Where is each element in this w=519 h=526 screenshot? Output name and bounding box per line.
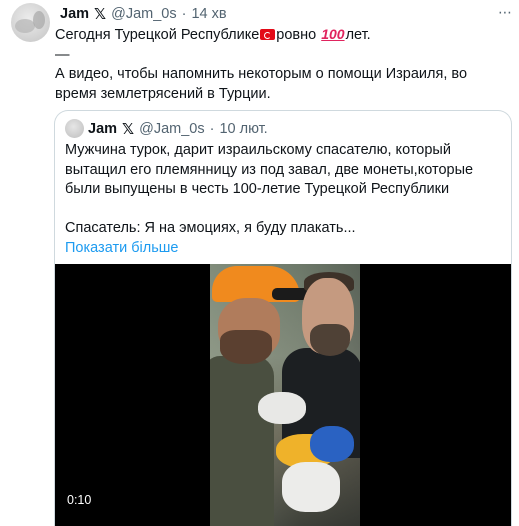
tweet[interactable]: Jam 𝕏 @Jam_0s · 14 хв ⋯ Сегодня Турецкой…	[0, 0, 519, 526]
tweet-header: Jam 𝕏 @Jam_0s · 14 хв	[60, 5, 227, 23]
avatar[interactable]	[11, 3, 50, 42]
quoted-text-body2: Спасатель: Я на эмоциях, я буду плакать.…	[65, 220, 356, 236]
quoted-header: Jam 𝕏 @Jam_0s · 10 лют.	[88, 120, 268, 138]
tweet-dash: —	[55, 46, 70, 63]
x-badge-icon: 𝕏	[94, 6, 107, 23]
video-duration: 0:10	[67, 493, 92, 507]
separator-dot: ·	[181, 6, 187, 22]
video-frame	[210, 264, 360, 526]
quoted-display-name[interactable]: Jam	[88, 121, 117, 137]
turkey-flag-icon	[260, 29, 276, 40]
video-player[interactable]: 0:10	[55, 264, 511, 526]
timestamp[interactable]: 14 хв	[191, 6, 226, 22]
quoted-user-handle[interactable]: @Jam_0s	[139, 121, 205, 137]
display-name[interactable]: Jam	[60, 6, 89, 22]
quoted-separator-dot: ·	[209, 121, 215, 137]
tweet-text-part3: лет.	[345, 27, 371, 43]
quoted-text: Мужчина турок, дарит израильскому спасат…	[65, 141, 505, 258]
quoted-timestamp[interactable]: 10 лют.	[219, 121, 267, 137]
tweet-text-part2: ровно	[276, 27, 317, 43]
tweet-text-part1: Сегодня Турецкой Республике	[55, 27, 260, 43]
hundred-emoji-icon: 100	[321, 26, 345, 42]
show-more-link[interactable]: Показати більше	[65, 239, 505, 259]
tweet-text: Сегодня Турецкой Республике ровно 100лет.…	[55, 25, 510, 104]
more-options-icon[interactable]: ⋯	[498, 4, 512, 20]
quoted-tweet[interactable]: Jam 𝕏 @Jam_0s · 10 лют. Мужчина турок, д…	[54, 110, 512, 526]
user-handle[interactable]: @Jam_0s	[111, 6, 177, 22]
tweet-text-body: А видео, чтобы напомнить некоторым о пом…	[55, 66, 468, 102]
quoted-text-body: Мужчина турок, дарит израильскому спасат…	[65, 142, 474, 197]
quoted-x-badge-icon: 𝕏	[122, 121, 135, 138]
quoted-avatar[interactable]	[65, 119, 84, 138]
